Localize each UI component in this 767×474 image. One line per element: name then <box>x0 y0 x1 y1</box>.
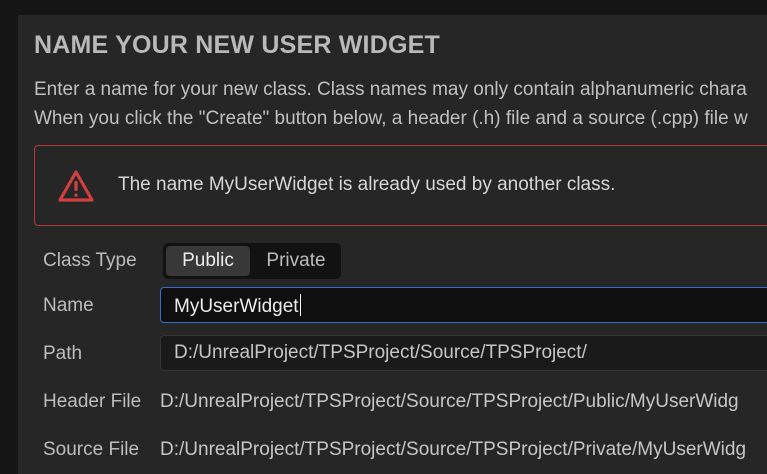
name-input[interactable]: MyUserWidget <box>160 287 767 323</box>
source-file-label: Source File <box>43 439 140 460</box>
class-type-label: Class Type <box>43 250 137 271</box>
dialog-title: NAME YOUR NEW USER WIDGET <box>34 31 440 59</box>
new-user-widget-dialog: NAME YOUR NEW USER WIDGET Enter a name f… <box>18 15 767 474</box>
dialog-description-line-2: When you click the "Create" button below… <box>34 108 748 129</box>
warning-icon <box>58 170 94 202</box>
class-type-toggle: Public Private <box>163 243 341 279</box>
header-file-label: Header File <box>43 391 142 412</box>
name-input-value: MyUserWidget <box>174 294 302 318</box>
header-file-path: D:/UnrealProject/TPSProject/Source/TPSPr… <box>160 391 739 412</box>
source-file-path: D:/UnrealProject/TPSProject/Source/TPSPr… <box>160 439 747 460</box>
dialog-description-line-1: Enter a name for your new class. Class n… <box>34 79 747 100</box>
class-type-public-button[interactable]: Public <box>166 246 250 276</box>
error-message-text: The name MyUserWidget is already used by… <box>118 174 616 195</box>
error-message-box: The name MyUserWidget is already used by… <box>34 145 767 226</box>
text-caret <box>299 294 302 316</box>
class-type-private-button[interactable]: Private <box>253 246 339 276</box>
name-label: Name <box>43 295 94 316</box>
path-label: Path <box>43 343 83 364</box>
path-input-value: D:/UnrealProject/TPSProject/Source/TPSPr… <box>174 342 587 363</box>
path-input[interactable]: D:/UnrealProject/TPSProject/Source/TPSPr… <box>160 335 767 371</box>
